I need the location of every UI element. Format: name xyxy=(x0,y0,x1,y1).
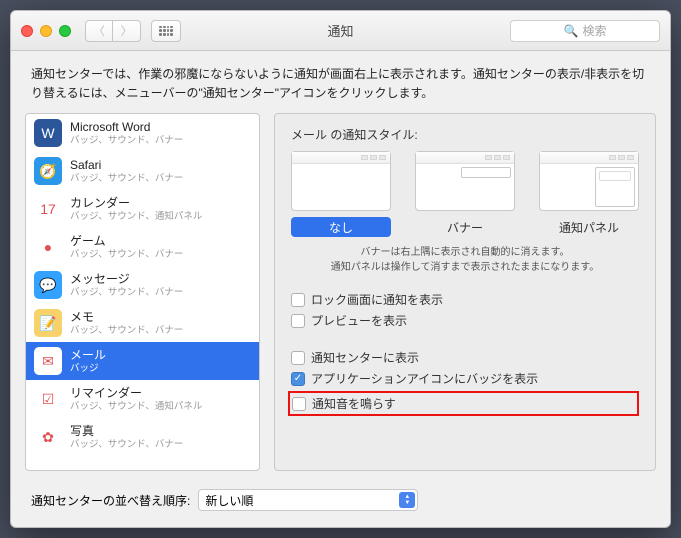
check-sound[interactable]: 通知音を鳴らす xyxy=(288,391,639,416)
sidebar-item-text: 写真バッジ、サウンド、バナー xyxy=(70,424,183,451)
grid-icon xyxy=(159,26,173,36)
titlebar: 〈 〉 通知 🔍 検索 xyxy=(11,11,670,51)
sidebar-item-notes[interactable]: 📝 メモバッジ、サウンド、バナー xyxy=(26,304,259,342)
hint-banner: バナーは右上隅に表示され自動的に消えます。 xyxy=(291,245,639,260)
style-panel[interactable]: 通知パネル xyxy=(539,151,639,237)
sidebar-item-mail[interactable]: ✉ メールバッジ xyxy=(26,342,259,380)
app-name: メール xyxy=(70,348,106,363)
style-banner[interactable]: バナー xyxy=(415,151,515,237)
preview-panel-icon xyxy=(539,151,639,211)
checkbox-preview[interactable] xyxy=(291,314,305,328)
traffic-lights xyxy=(21,25,71,37)
word-icon: W xyxy=(34,119,62,147)
style-hints: バナーは右上隅に表示され自動的に消えます。 通知パネルは操作して消すまで表示され… xyxy=(291,245,639,275)
mail-icon: ✉ xyxy=(34,347,62,375)
sort-value: 新しい順 xyxy=(205,492,253,509)
app-sub: バッジ、サウンド、バナー xyxy=(70,249,183,261)
sidebar-item-word[interactable]: W Microsoft Wordバッジ、サウンド、バナー xyxy=(26,114,259,152)
style-none-label: なし xyxy=(291,217,391,237)
checkbox-sound[interactable] xyxy=(292,397,306,411)
reminders-icon: ☑ xyxy=(34,385,62,413)
calendar-icon: 17 xyxy=(34,195,62,223)
app-name: リマインダー xyxy=(70,386,202,401)
show-all-button[interactable] xyxy=(151,20,181,42)
style-banner-label: バナー xyxy=(415,217,515,237)
sidebar-item-text: Safariバッジ、サウンド、バナー xyxy=(70,158,183,185)
check-preview[interactable]: プレビューを表示 xyxy=(291,312,639,329)
sidebar-item-safari[interactable]: 🧭 Safariバッジ、サウンド、バナー xyxy=(26,152,259,190)
app-name: カレンダー xyxy=(70,196,202,211)
search-icon: 🔍 xyxy=(564,24,579,38)
app-sub: バッジ、サウンド、バナー xyxy=(70,439,183,451)
footer: 通知センターの並べ替え順序: 新しい順 ▲▼ xyxy=(11,479,670,527)
detail-pane: メール の通知スタイル: なし バナー 通知パネル バナーは右上隅に表示され自動… xyxy=(274,113,656,471)
sort-label: 通知センターの並べ替え順序: xyxy=(31,492,190,509)
app-name: メッセージ xyxy=(70,272,183,287)
close-icon[interactable] xyxy=(21,25,33,37)
app-name: メモ xyxy=(70,310,183,325)
notes-icon: 📝 xyxy=(34,309,62,337)
app-name: Safari xyxy=(70,158,183,173)
main-area: WMicrosoft Wordバッジ、サウンド、バナー🧭Safariバッジ、サウ… xyxy=(11,113,670,479)
sidebar-item-text: リマインダーバッジ、サウンド、通知パネル xyxy=(70,386,202,413)
safari-icon: 🧭 xyxy=(34,157,62,185)
sidebar-item-photos[interactable]: ✿ 写真バッジ、サウンド、バナー xyxy=(26,418,259,456)
app-sidebar[interactable]: WMicrosoft Wordバッジ、サウンド、バナー🧭Safariバッジ、サウ… xyxy=(25,113,260,471)
gamecenter-icon: ● xyxy=(34,233,62,261)
check-label-badge: アプリケーションアイコンにバッジを表示 xyxy=(311,370,538,387)
checkbox-center[interactable] xyxy=(291,351,305,365)
check-center[interactable]: 通知センターに表示 xyxy=(291,349,639,366)
check-badge[interactable]: ✓ アプリケーションアイコンにバッジを表示 xyxy=(291,370,639,387)
minimize-icon[interactable] xyxy=(40,25,52,37)
nav-buttons: 〈 〉 xyxy=(85,20,141,42)
style-panel-label: 通知パネル xyxy=(539,217,639,237)
app-name: Microsoft Word xyxy=(70,120,183,135)
check-label-preview: プレビューを表示 xyxy=(311,312,407,329)
app-name: 写真 xyxy=(70,424,183,439)
search-input[interactable]: 🔍 検索 xyxy=(510,20,660,42)
preview-none-icon xyxy=(291,151,391,211)
sidebar-item-calendar[interactable]: 17 カレンダーバッジ、サウンド、通知パネル xyxy=(26,190,259,228)
sidebar-item-text: Microsoft Wordバッジ、サウンド、バナー xyxy=(70,120,183,147)
app-sub: バッジ、サウンド、バナー xyxy=(70,325,183,337)
sidebar-item-text: メモバッジ、サウンド、バナー xyxy=(70,310,183,337)
app-name: ゲーム xyxy=(70,234,183,249)
check-lock[interactable]: ロック画面に通知を表示 xyxy=(291,291,639,308)
zoom-icon[interactable] xyxy=(59,25,71,37)
check-label-lock: ロック画面に通知を表示 xyxy=(311,291,443,308)
style-none[interactable]: なし xyxy=(291,151,391,237)
sidebar-item-text: ゲームバッジ、サウンド、バナー xyxy=(70,234,183,261)
sidebar-item-text: カレンダーバッジ、サウンド、通知パネル xyxy=(70,196,202,223)
sort-select[interactable]: 新しい順 ▲▼ xyxy=(198,489,418,511)
prefs-window: 〈 〉 通知 🔍 検索 通知センターでは、作業の邪魔にならないように通知が画面右… xyxy=(10,10,671,528)
photos-icon: ✿ xyxy=(34,423,62,451)
select-arrows-icon: ▲▼ xyxy=(399,492,415,508)
hint-panel: 通知パネルは操作して消すまで表示されたままになります。 xyxy=(291,260,639,275)
style-title: メール の通知スタイル: xyxy=(291,126,639,143)
sidebar-item-gamecenter[interactable]: ● ゲームバッジ、サウンド、バナー xyxy=(26,228,259,266)
sidebar-item-messages[interactable]: 💬 メッセージバッジ、サウンド、バナー xyxy=(26,266,259,304)
style-previews: なし バナー 通知パネル xyxy=(291,151,639,237)
app-sub: バッジ、サウンド、バナー xyxy=(70,287,183,299)
messages-icon: 💬 xyxy=(34,271,62,299)
sidebar-item-reminders[interactable]: ☑ リマインダーバッジ、サウンド、通知パネル xyxy=(26,380,259,418)
app-sub: バッジ、サウンド、バナー xyxy=(70,173,183,185)
app-sub: バッジ xyxy=(70,363,106,375)
checkbox-badge[interactable]: ✓ xyxy=(291,372,305,386)
forward-button[interactable]: 〉 xyxy=(113,20,141,42)
checkbox-lock[interactable] xyxy=(291,293,305,307)
back-button[interactable]: 〈 xyxy=(85,20,113,42)
check-label-sound: 通知音を鳴らす xyxy=(312,395,396,412)
description-text: 通知センターでは、作業の邪魔にならないように通知が画面右上に表示されます。通知セ… xyxy=(11,51,670,113)
check-label-center: 通知センターに表示 xyxy=(311,349,419,366)
preview-banner-icon xyxy=(415,151,515,211)
app-sub: バッジ、サウンド、通知パネル xyxy=(70,401,202,413)
search-placeholder: 検索 xyxy=(582,22,606,39)
app-sub: バッジ、サウンド、バナー xyxy=(70,135,183,147)
checkbox-group: ロック画面に通知を表示プレビューを表示通知センターに表示 ✓ アプリケーションアイコ… xyxy=(291,291,639,416)
sidebar-item-text: メッセージバッジ、サウンド、バナー xyxy=(70,272,183,299)
sidebar-item-text: メールバッジ xyxy=(70,348,106,375)
app-sub: バッジ、サウンド、通知パネル xyxy=(70,211,202,223)
